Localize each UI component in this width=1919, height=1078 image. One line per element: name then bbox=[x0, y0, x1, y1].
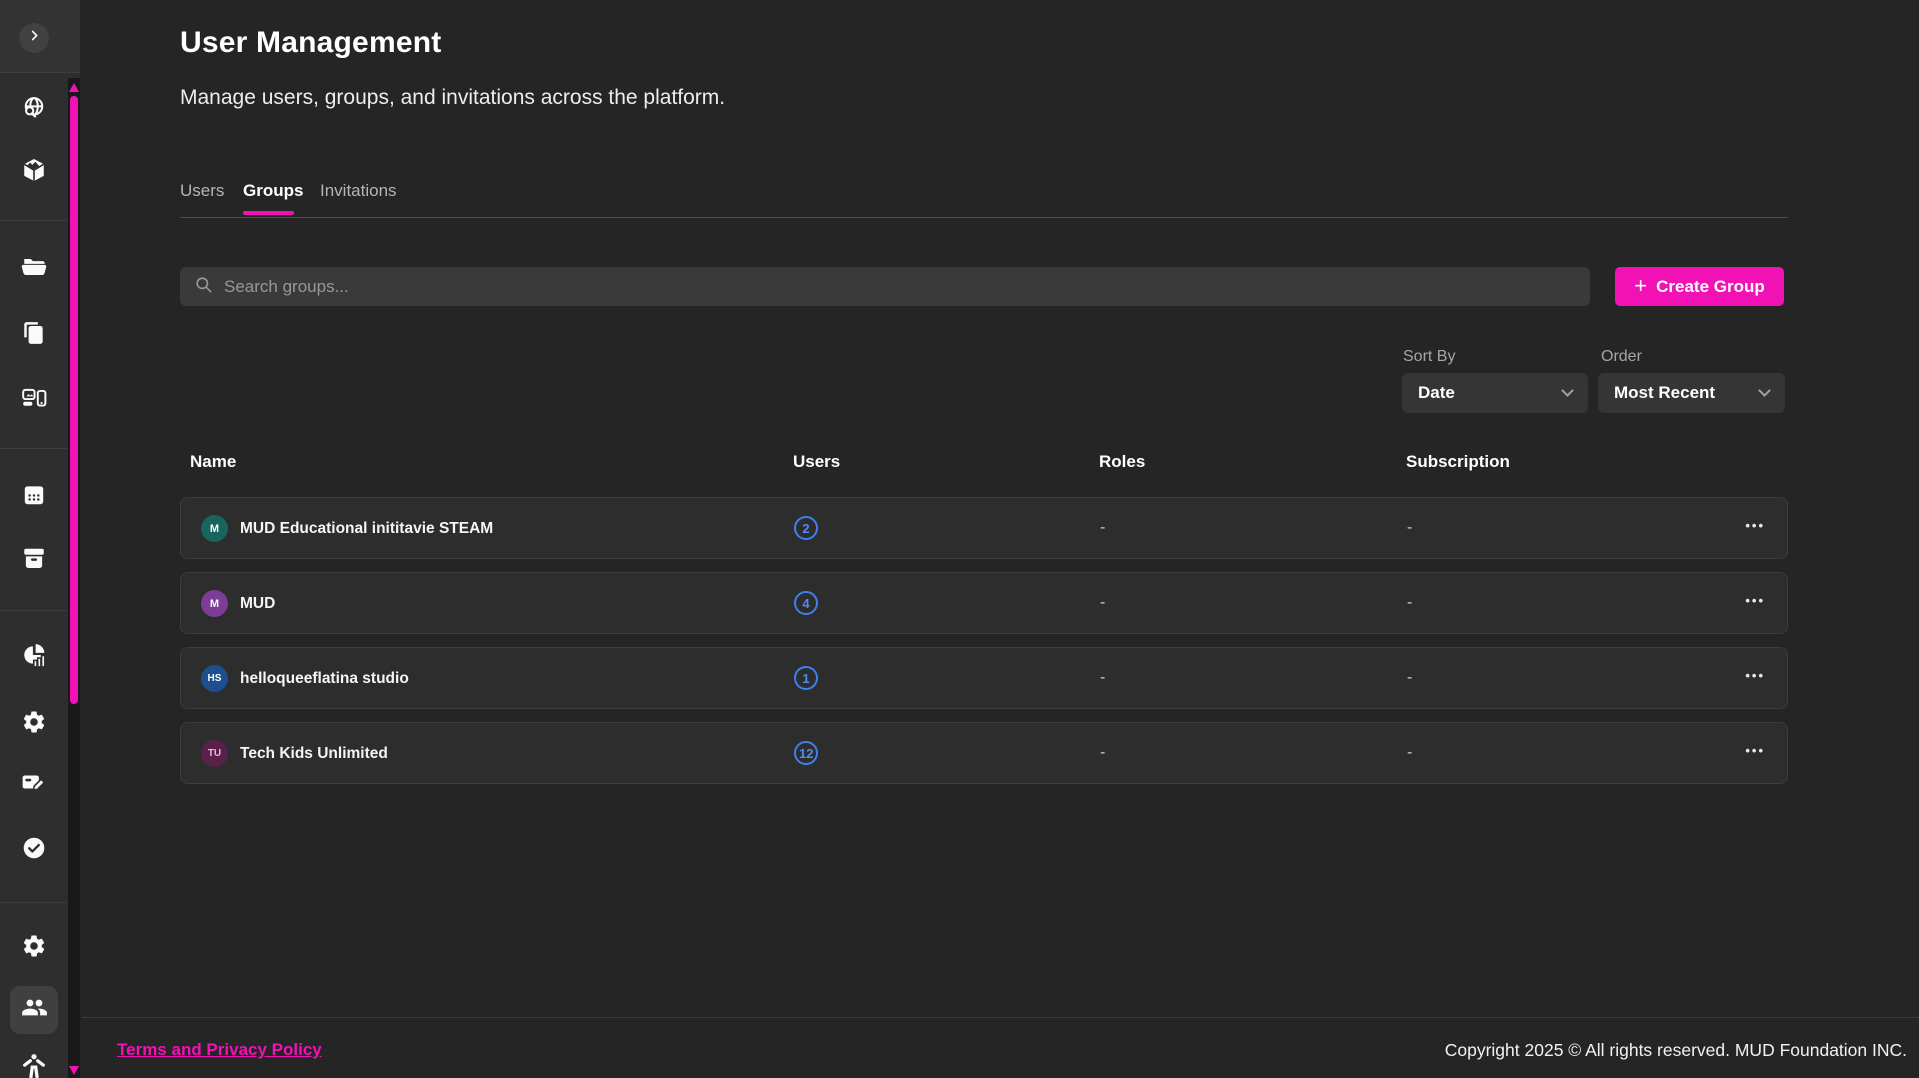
subscription-value: - bbox=[1407, 594, 1412, 612]
group-name: MUD Educational inititavie STEAM bbox=[240, 520, 493, 538]
row-menu-ellipsis-icon[interactable]: ••• bbox=[1745, 518, 1765, 533]
sort-by-value: Date bbox=[1418, 383, 1455, 403]
sidebar-item-worlds[interactable] bbox=[21, 159, 47, 185]
chevron-right-icon bbox=[27, 28, 42, 48]
column-header-users: Users bbox=[793, 452, 840, 472]
tab-invitations[interactable]: Invitations bbox=[320, 181, 397, 201]
tab-groups[interactable]: Groups bbox=[243, 181, 303, 201]
tabs-divider bbox=[180, 217, 1788, 218]
row-menu-ellipsis-icon[interactable]: ••• bbox=[1745, 743, 1765, 758]
sidebar-divider bbox=[0, 220, 67, 221]
order-value: Most Recent bbox=[1614, 383, 1715, 403]
avatar: TU bbox=[201, 740, 228, 767]
scrollbar-down-arrow-icon[interactable] bbox=[69, 1066, 79, 1075]
roles-value: - bbox=[1100, 744, 1105, 762]
table-row[interactable]: TU Tech Kids Unlimited 12 - - ••• bbox=[180, 722, 1788, 784]
users-count-badge: 12 bbox=[794, 741, 818, 765]
avatar: M bbox=[201, 590, 228, 617]
search-groups-field[interactable] bbox=[180, 267, 1590, 306]
create-group-button[interactable]: + Create Group bbox=[1615, 267, 1784, 306]
roles-value: - bbox=[1100, 594, 1105, 612]
row-menu-ellipsis-icon[interactable]: ••• bbox=[1745, 668, 1765, 683]
calendar-icon bbox=[21, 482, 47, 513]
accessibility-person-icon bbox=[21, 1053, 47, 1078]
sidebar-divider bbox=[0, 610, 67, 611]
order-label: Order bbox=[1601, 348, 1642, 366]
group-name: MUD bbox=[240, 595, 275, 613]
sidebar-item-user-management[interactable] bbox=[10, 986, 58, 1034]
order-dropdown[interactable]: Most Recent bbox=[1598, 373, 1785, 413]
gear-icon bbox=[21, 933, 47, 964]
sidebar-item-analytics[interactable] bbox=[21, 644, 47, 670]
terms-privacy-link[interactable]: Terms and Privacy Policy bbox=[117, 1040, 322, 1060]
globe-search-icon bbox=[21, 95, 47, 126]
sidebar-item-licenses[interactable] bbox=[21, 771, 47, 797]
sidebar-item-copies[interactable] bbox=[21, 322, 47, 348]
search-icon bbox=[194, 275, 213, 299]
scrollbar-up-arrow-icon[interactable] bbox=[69, 83, 79, 92]
archive-box-icon bbox=[21, 545, 47, 576]
subscription-value: - bbox=[1407, 744, 1412, 762]
users-count-badge: 1 bbox=[794, 666, 818, 690]
chevron-down-icon bbox=[1561, 384, 1574, 397]
subscription-value: - bbox=[1407, 519, 1412, 537]
column-header-name: Name bbox=[190, 452, 236, 472]
create-group-label: Create Group bbox=[1656, 277, 1765, 297]
table-row[interactable]: M MUD 4 - - ••• bbox=[180, 572, 1788, 634]
devices-layout-icon bbox=[21, 385, 47, 416]
tab-users[interactable]: Users bbox=[180, 181, 224, 201]
chevron-down-icon bbox=[1758, 384, 1771, 397]
active-tab-underline bbox=[243, 211, 294, 215]
screen: User Management Manage users, groups, an… bbox=[0, 0, 1919, 1078]
roles-value: - bbox=[1100, 669, 1105, 687]
page-title: User Management bbox=[180, 26, 441, 60]
search-input[interactable] bbox=[213, 277, 1513, 297]
row-menu-ellipsis-icon[interactable]: ••• bbox=[1745, 593, 1765, 608]
sidebar-item-projects[interactable] bbox=[21, 255, 47, 281]
sort-by-dropdown[interactable]: Date bbox=[1402, 373, 1588, 413]
users-icon bbox=[21, 994, 48, 1026]
page-subtitle: Manage users, groups, and invitations ac… bbox=[180, 86, 725, 110]
sidebar-item-calendar[interactable] bbox=[21, 484, 47, 510]
copy-icon bbox=[21, 320, 47, 351]
table-row[interactable]: M MUD Educational inititavie STEAM 2 - -… bbox=[180, 497, 1788, 559]
sidebar-divider bbox=[0, 448, 67, 449]
users-count-badge: 4 bbox=[794, 591, 818, 615]
sidebar-item-admin-settings[interactable] bbox=[21, 935, 47, 961]
table-row[interactable]: HS helloqueeflatina studio 1 - - ••• bbox=[180, 647, 1788, 709]
sidebar-item-explore[interactable] bbox=[21, 97, 47, 123]
sidebar-item-archive[interactable] bbox=[21, 547, 47, 573]
sidebar-item-settings[interactable] bbox=[21, 711, 47, 737]
column-header-subscription: Subscription bbox=[1406, 452, 1510, 472]
folder-icon bbox=[21, 253, 47, 284]
cube-world-icon bbox=[21, 157, 47, 188]
sidebar-item-devices[interactable] bbox=[21, 387, 47, 413]
avatar: HS bbox=[201, 665, 228, 692]
analytics-pie-icon bbox=[21, 642, 47, 673]
sidebar-item-accessibility[interactable] bbox=[21, 1055, 47, 1078]
copyright-text: Copyright 2025 © All rights reserved. MU… bbox=[1445, 1040, 1907, 1061]
card-edit-icon bbox=[21, 769, 47, 800]
group-name: helloqueeflatina studio bbox=[240, 670, 409, 688]
sort-by-label: Sort By bbox=[1403, 348, 1455, 366]
footer-divider bbox=[82, 1017, 1919, 1018]
sidebar-expand-button[interactable] bbox=[19, 23, 49, 53]
plus-icon: + bbox=[1634, 273, 1647, 299]
group-name: Tech Kids Unlimited bbox=[240, 745, 388, 763]
avatar: M bbox=[201, 515, 228, 542]
subscription-value: - bbox=[1407, 669, 1412, 687]
sidebar-item-approvals[interactable] bbox=[21, 837, 47, 863]
sidebar-divider bbox=[0, 902, 67, 903]
gear-icon bbox=[21, 709, 47, 740]
sidebar-scrollbar-thumb[interactable] bbox=[70, 96, 78, 704]
check-circle-icon bbox=[21, 835, 47, 866]
users-count-badge: 2 bbox=[794, 516, 818, 540]
roles-value: - bbox=[1100, 519, 1105, 537]
column-header-roles: Roles bbox=[1099, 452, 1145, 472]
